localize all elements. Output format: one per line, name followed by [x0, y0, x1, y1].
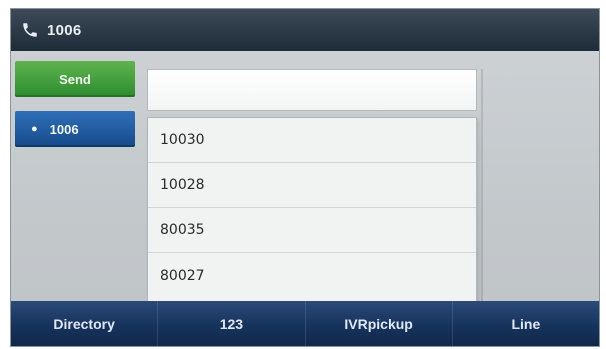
line-account-label: 1006 — [49, 121, 79, 137]
send-button-label: Send — [59, 71, 91, 87]
left-panel: Send ● 1006 — [11, 51, 139, 300]
phone-handset-icon — [23, 23, 37, 37]
title-bar: 1006 — [11, 9, 599, 51]
suggestion-item[interactable]: 10028 — [148, 163, 476, 208]
suggestion-item[interactable]: 10030 — [148, 118, 476, 163]
suggestion-item[interactable]: 80035 — [148, 208, 476, 253]
suggestion-item[interactable]: 80027 — [148, 253, 476, 298]
softkey-line[interactable]: Line — [453, 301, 599, 346]
softkey-bar: Directory 123 IVRpickup Line — [11, 301, 599, 346]
number-suggestion-list: 10030 10028 80035 80027 — [147, 117, 477, 303]
right-divider — [481, 69, 483, 301]
send-button[interactable]: Send — [15, 61, 135, 97]
line-status-icon: ● — [31, 123, 38, 135]
number-input[interactable] — [147, 69, 477, 111]
softkey-ivrpickup[interactable]: IVRpickup — [306, 301, 453, 346]
phone-screen: 1006 Send ● 1006 10030 10028 80035 80027… — [10, 8, 600, 347]
account-title: 1006 — [47, 21, 82, 39]
softkey-123[interactable]: 123 — [158, 301, 306, 346]
line-account-button[interactable]: ● 1006 — [15, 111, 135, 147]
softkey-directory[interactable]: Directory — [11, 301, 159, 346]
